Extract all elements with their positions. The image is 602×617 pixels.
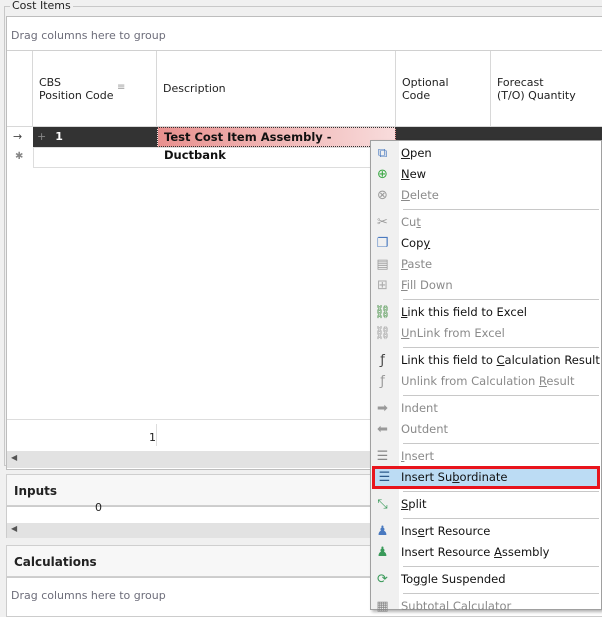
menu-item-label: Fill Down bbox=[401, 278, 453, 292]
copy-icon: ❐ bbox=[376, 236, 389, 251]
resource-assembly-icon: ♟ bbox=[376, 545, 389, 560]
description-cell[interactable]: Test Cost Item Assembly - Ductbank bbox=[157, 127, 396, 162]
menu-item-indent[interactable]: ➡ Indent bbox=[371, 398, 601, 419]
menu-item-fill-down[interactable]: ⊞Fill DownF bbox=[371, 275, 601, 296]
menu-item-label: Unlink from Calculation Result bbox=[401, 374, 575, 388]
menu-separator bbox=[403, 518, 599, 519]
menu-item-label: UnLink from Excel bbox=[401, 326, 505, 340]
calculator-icon: ▦ bbox=[376, 599, 389, 614]
menu-item-insert-resource-assembly[interactable]: ♟Insert Resource AssemblyInsert Resource… bbox=[371, 542, 601, 563]
fill-down-icon: ⊞ bbox=[377, 278, 388, 293]
footer-summary: 1 bbox=[149, 431, 156, 444]
menu-item-label: Insert bbox=[401, 449, 434, 463]
plus-circle-icon: ⊕ bbox=[377, 167, 388, 182]
sort-icon[interactable]: ≡ bbox=[117, 81, 125, 94]
resource-icon: ♟ bbox=[376, 524, 389, 539]
new-row[interactable] bbox=[33, 147, 396, 168]
column-header-description[interactable]: Description bbox=[157, 51, 396, 127]
menu-item-label: Split bbox=[401, 497, 427, 511]
context-menu: ⧉OpenO⊕NewN⊗DeleteD✂CutCut❐CopyCopy▤Past… bbox=[370, 140, 602, 614]
menu-item-insert[interactable]: ☰InsertI bbox=[371, 446, 601, 467]
menu-separator bbox=[403, 299, 599, 300]
formula-link-icon: ƒ bbox=[380, 353, 385, 368]
menu-item-label: Insert Resource Assembly bbox=[401, 545, 550, 559]
scroll-left-icon[interactable]: ◀ bbox=[11, 524, 17, 533]
menu-item-delete[interactable]: ⊗DeleteD bbox=[371, 185, 601, 206]
cbs-code-cell[interactable]: 1 bbox=[55, 130, 63, 143]
menu-item-label: New bbox=[401, 167, 427, 181]
formula-unlink-icon: ƒ bbox=[380, 374, 385, 389]
insert-row-icon: ☰ bbox=[376, 449, 389, 464]
menu-item-label: Indent bbox=[401, 401, 438, 415]
x-circle-icon: ⊗ bbox=[377, 188, 388, 203]
menu-item-label: Copy bbox=[401, 236, 431, 250]
menu-separator bbox=[403, 395, 599, 396]
menu-item-outdent[interactable]: ⬅ Outdent bbox=[371, 419, 601, 440]
menu-separator bbox=[403, 593, 599, 594]
menu-item-label: Insert Resource bbox=[401, 524, 491, 538]
column-label: CBS Position Code bbox=[39, 76, 114, 102]
paste-icon: ▤ bbox=[376, 257, 389, 272]
current-row-arrow-icon: → bbox=[13, 130, 23, 143]
menu-item-label: Cut bbox=[401, 215, 421, 229]
table-row[interactable]: +1 bbox=[33, 127, 157, 147]
menu-item-unlink-from-calculation-result[interactable]: ƒUnlink from Calculation ResultUnlink fr… bbox=[371, 371, 601, 392]
split-icon: ⤡ bbox=[377, 497, 388, 512]
scroll-left-icon[interactable]: ◀ bbox=[11, 453, 17, 462]
menu-item-label: Link this field to Calculation Result bbox=[401, 353, 600, 367]
menu-item-label: Link this field to Excel bbox=[401, 305, 527, 319]
open-external-icon: ⧉ bbox=[377, 146, 388, 161]
menu-item-link-this-field-to-excel[interactable]: ⛓Link this field to ExcelL bbox=[371, 302, 601, 323]
insert-subordinate-icon: ☰ bbox=[378, 470, 391, 485]
arrow-left-icon: ⬅ bbox=[377, 422, 388, 437]
cost-items-title: Cost Items bbox=[10, 0, 73, 12]
menu-item-label: Open bbox=[401, 146, 432, 160]
menu-separator bbox=[403, 209, 599, 210]
menu-item-cut[interactable]: ✂CutCut bbox=[371, 212, 601, 233]
menu-item-new[interactable]: ⊕NewN bbox=[371, 164, 601, 185]
group-by-area[interactable]: Drag columns here to group bbox=[11, 29, 166, 42]
scissors-icon: ✂ bbox=[377, 215, 388, 230]
menu-separator bbox=[403, 566, 599, 567]
menu-item-label: Subtotal Calculator bbox=[401, 599, 512, 613]
menu-item-unlink-from-excel[interactable]: ⛓UnLink from ExcelU bbox=[371, 323, 601, 344]
excel-unlink-icon: ⛓ bbox=[374, 326, 391, 341]
excel-link-icon: ⛓ bbox=[374, 305, 391, 320]
menu-item-split[interactable]: ⤡SplitS bbox=[371, 494, 601, 515]
menu-separator bbox=[403, 347, 599, 348]
menu-item-label: Delete bbox=[401, 188, 439, 202]
menu-item-subtotal-calculator[interactable]: ▦ Subtotal Calculator bbox=[371, 596, 601, 617]
arrow-right-icon: ➡ bbox=[377, 401, 388, 416]
menu-item-label: Outdent bbox=[401, 422, 449, 436]
menu-item-toggle-suspended[interactable]: ⟳Toggle SuspendedTog bbox=[371, 569, 601, 590]
expand-icon[interactable]: + bbox=[37, 130, 46, 143]
new-row-icon: ✱ bbox=[15, 151, 24, 162]
menu-item-copy[interactable]: ❐CopyCopy bbox=[371, 233, 601, 254]
menu-item-label: Insert Subordinate bbox=[401, 470, 508, 484]
toggle-suspended-icon: ⟳ bbox=[377, 572, 388, 587]
menu-item-open[interactable]: ⧉OpenO bbox=[371, 143, 601, 164]
menu-separator bbox=[403, 491, 599, 492]
menu-item-label: Toggle Suspended bbox=[401, 572, 506, 586]
menu-item-link-this-field-to-calculation-result[interactable]: ƒLink this field to Calculation ResultLi… bbox=[371, 350, 601, 371]
inputs-footer-value: 0 bbox=[95, 501, 102, 514]
menu-item-insert-subordinate[interactable]: ☰Insert SubordinateInsert Sub bbox=[372, 466, 600, 489]
menu-separator bbox=[403, 443, 599, 444]
divider bbox=[156, 424, 157, 446]
column-header-optional-code[interactable]: Optional Code bbox=[396, 51, 491, 127]
column-header-forecast-quantity[interactable]: Forecast (T/O) Quantity bbox=[491, 51, 602, 127]
group-by-area[interactable]: Drag columns here to group bbox=[11, 589, 166, 602]
menu-item-paste[interactable]: ▤PasteP bbox=[371, 254, 601, 275]
menu-item-label: Paste bbox=[401, 257, 433, 271]
row-indicator-header bbox=[7, 51, 33, 127]
menu-item-insert-resource[interactable]: ♟Insert ResourceInse bbox=[371, 521, 601, 542]
column-header-cbs[interactable]: CBS Position Code ≡ bbox=[33, 51, 157, 127]
